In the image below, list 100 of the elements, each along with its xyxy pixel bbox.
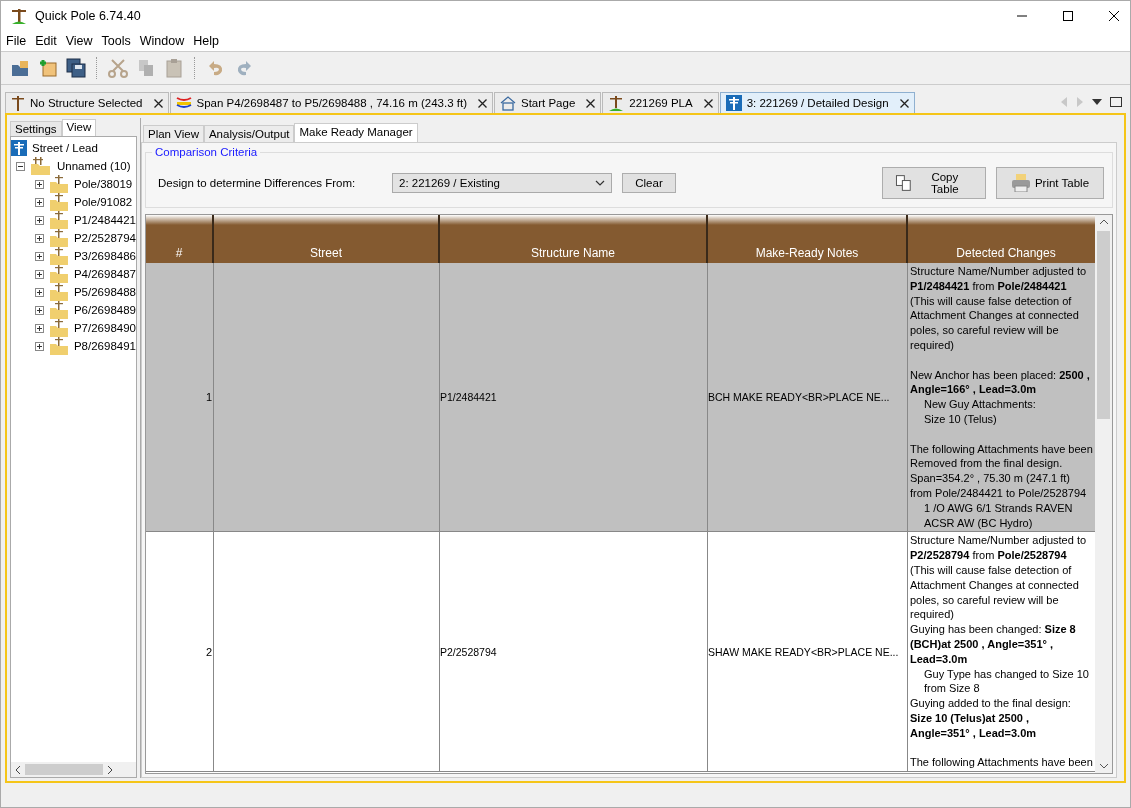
horizontal-scrollbar[interactable] [11,762,136,777]
change-text: Guying has been changed: Size 8 [910,622,1077,637]
expand-icon[interactable] [35,323,44,333]
design-dropdown[interactable]: 2: 221269 / Existing [392,173,612,193]
copy-icon [895,174,913,192]
close-icon[interactable] [153,98,163,108]
change-text: Span=354.2° , 75.30 m (247.1 ft) [910,471,1072,486]
expand-icon[interactable] [35,251,44,261]
table-cell: 2 [205,645,212,658]
tree-item[interactable]: P2/2528794 [73,232,136,244]
folder-icon [49,301,69,319]
clear-button[interactable]: Clear [622,173,676,193]
page-tab[interactable]: Plan View [143,125,204,142]
menu-item[interactable]: Window [139,34,185,48]
expand-icon[interactable] [35,341,44,351]
expand-icon[interactable] [35,287,44,297]
printer-icon [1010,174,1031,192]
folder-icon [49,283,69,301]
collapse-icon[interactable] [16,161,25,171]
document-tab[interactable]: Span P4/2698487 to P5/2698488 , 74.16 m (243.3 ft) [169,92,493,113]
clipboard-icon[interactable] [163,57,185,79]
pole-icon [9,6,29,26]
table-cell: P2/2528794 [440,645,497,658]
change-text: The following Attachments have been [910,441,1094,457]
change-text: 1 /O AWG 6/1 Strands RAVEN [923,500,1074,516]
group-title: Comparison Criteria [152,146,261,158]
tree-item[interactable]: P7/2698490 [73,322,136,334]
page-tab[interactable]: Analysis/Output [203,125,295,142]
folder-icon [49,247,69,265]
maximize-icon[interactable] [1062,10,1074,22]
pole-icon [11,95,25,111]
tree-item[interactable]: P1/2484421 [73,214,136,226]
field-label: Design to determine Differences From: [158,177,357,189]
change-text: Structure Name/Number adjusted to [910,264,1088,279]
menu-item[interactable]: Help [193,34,219,48]
window-title: Quick Pole 6.74.40 [35,9,141,23]
folder-icon [49,319,69,337]
expand-icon[interactable] [35,197,44,207]
tree-item[interactable]: Pole/91082 [74,196,133,208]
expand-icon[interactable] [35,233,44,243]
table-cell: P1/2484421 [440,391,497,404]
table-cell: 1 [205,391,212,404]
change-text: poles, so careful review will be [910,592,1060,608]
save-icon[interactable] [65,57,87,79]
tree-item[interactable]: P6/2698489 [73,304,136,316]
tree-item[interactable]: P4/2698487 [73,268,136,280]
change-text: Guying added to the final design: [910,696,1072,711]
change-text: Attachment Changes at connected [910,308,1080,324]
document-tab[interactable]: No Structure Selected [5,92,169,113]
span-icon [175,95,192,111]
folder-icon [49,265,69,283]
table-row[interactable] [146,532,1095,773]
expand-icon[interactable] [35,269,44,279]
tree-item[interactable]: Street / Lead [32,142,98,154]
document-tab[interactable]: 3: 221269 / Detailed Design [719,92,915,113]
change-text: poles, so careful review will be [910,323,1060,338]
expand-icon[interactable] [35,305,44,315]
change-text: ACSR AW (BC Hydro) [923,515,1034,531]
page-tab[interactable]: Make Ready Manager [294,123,418,142]
table-cell: BCH MAKE READY<BR>PLACE NE... [708,391,890,404]
close-icon[interactable] [1108,10,1120,22]
change-text: New Guy Attachments: [923,397,1037,412]
menu-item[interactable]: Edit [35,34,57,48]
tree-item[interactable]: P8/2698491 [73,340,136,352]
menu-item[interactable]: Tools [101,34,131,48]
close-icon[interactable] [586,98,596,108]
tree-item[interactable]: Unnamed (10) [57,160,131,172]
print-table-button[interactable]: Print Table [996,167,1104,199]
sidebar-tab[interactable]: View [61,119,97,136]
copy-table-button[interactable]: Copy Table [882,167,986,199]
close-icon[interactable] [703,98,713,108]
new-file-icon[interactable] [37,57,59,79]
dropdown-icon[interactable] [1092,99,1102,105]
document-tab[interactable]: 221269 PLA [602,92,719,113]
change-text: Size 10 (Telus) [923,411,998,427]
menu-item[interactable]: View [65,34,93,48]
close-icon[interactable] [899,98,909,108]
tree-item[interactable]: P3/2698486 [73,250,136,262]
close-icon[interactable] [477,98,487,108]
expand-icon[interactable] [35,215,44,225]
menu-item[interactable]: File [6,34,27,48]
table-row[interactable] [146,263,1095,533]
change-text: required) [910,607,956,623]
sidebar-tab[interactable]: Settings [10,121,62,136]
maximize-icon[interactable] [1110,97,1122,107]
vertical-scrollbar[interactable] [1095,215,1112,773]
tree-item[interactable]: P5/2698488 [73,286,136,298]
folder-icon [49,175,69,193]
change-text: Lead=3.0m [910,651,969,667]
change-text: from Size 8 [923,681,981,697]
expand-icon[interactable] [35,179,44,189]
table-cell: SHAW MAKE READY<BR>PLACE NE... [708,645,899,658]
change-text: from Pole/2484421 to Pole/2528794 [910,485,1088,501]
folder-icon [30,157,52,175]
house-icon [499,95,516,111]
change-text: P2/2528794 from Pole/2528794 [910,548,1068,563]
document-tab[interactable]: Start Page [493,92,602,113]
tree-item[interactable]: Pole/38019 [74,178,133,190]
change-text: Structure Name/Number adjusted to [910,533,1088,549]
change-text: (This will cause false detection of [910,293,1073,309]
